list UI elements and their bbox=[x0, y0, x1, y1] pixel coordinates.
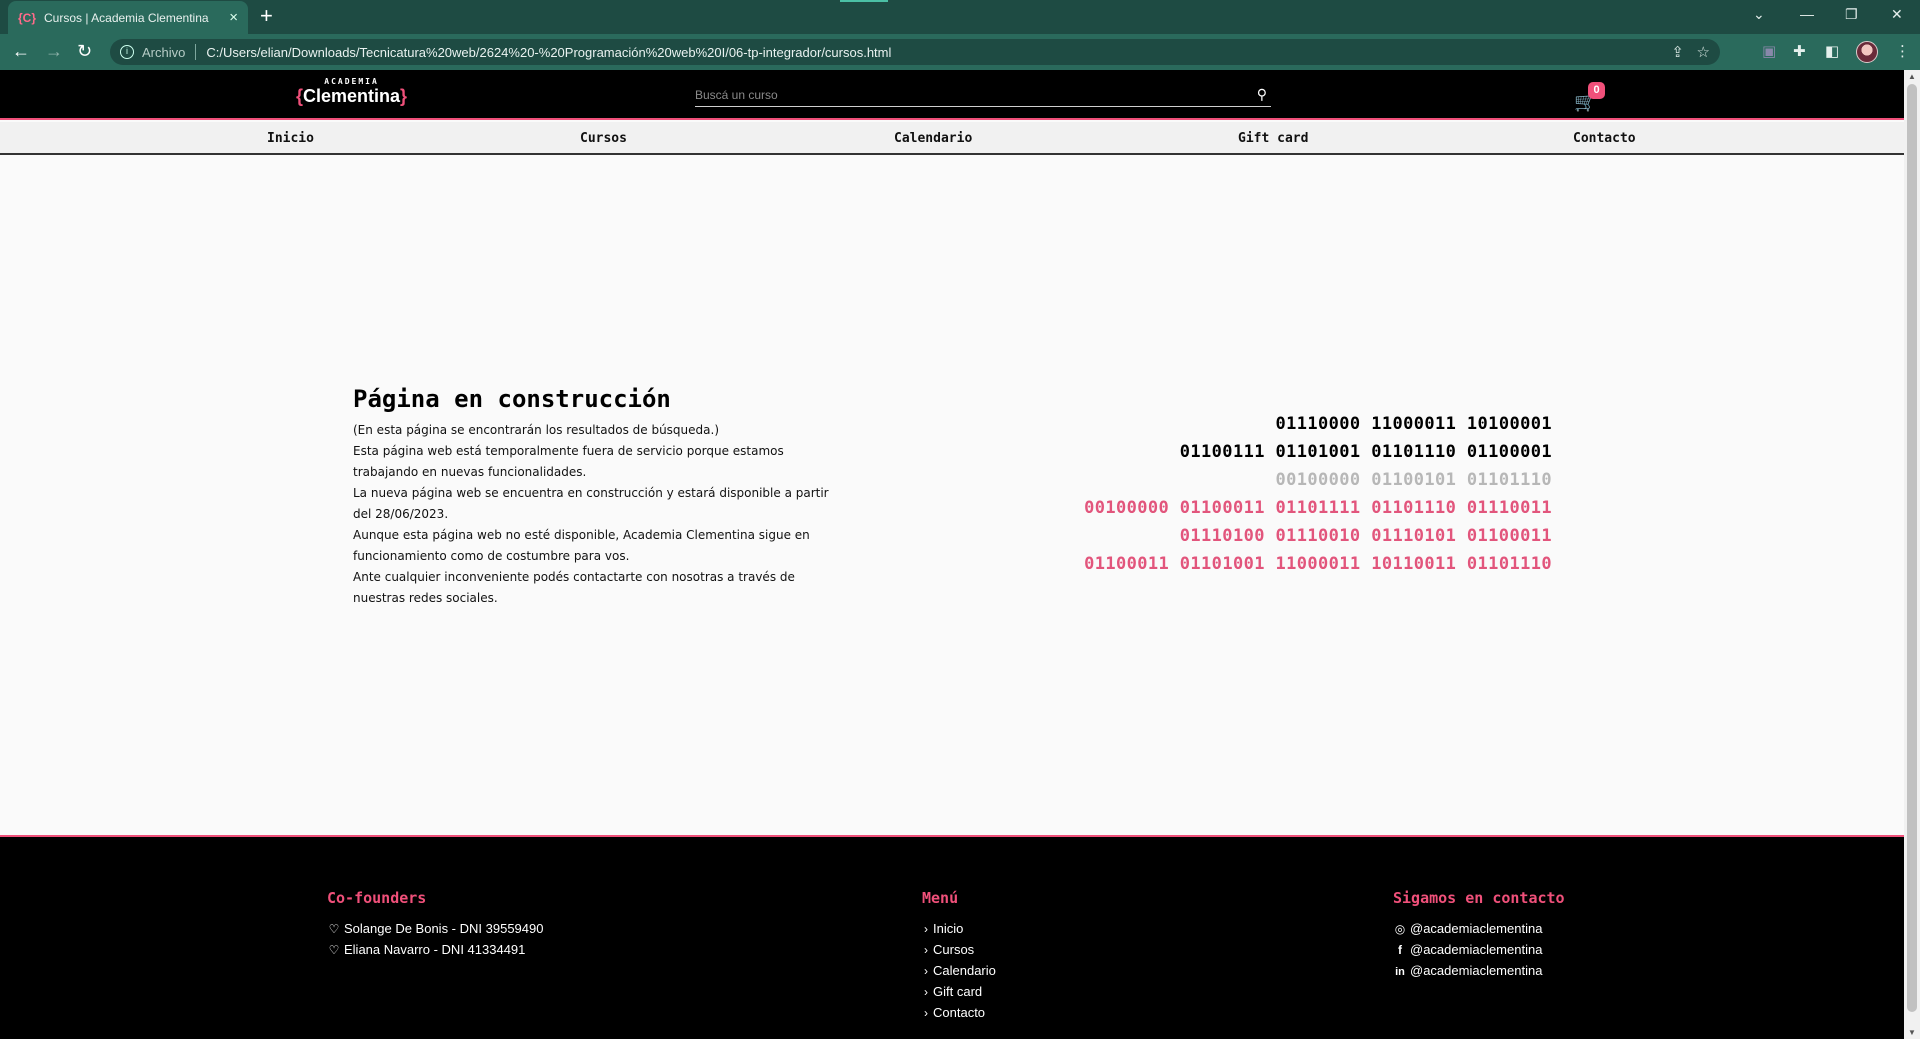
tab-search-chevron-icon[interactable]: ⌄ bbox=[1753, 6, 1765, 23]
address-url[interactable]: C:/Users/elian/Downloads/Tecnicatura%20w… bbox=[206, 45, 891, 60]
share-icon[interactable]: ⇪ bbox=[1671, 43, 1684, 61]
chevron-right-icon: › bbox=[924, 1006, 928, 1020]
search-icon[interactable]: ⚲ bbox=[1257, 86, 1267, 103]
chevron-right-icon: › bbox=[924, 985, 928, 999]
nav-item-contacto[interactable]: Contacto bbox=[1573, 131, 1636, 146]
extensions-puzzle-icon[interactable]: ✚ bbox=[1793, 42, 1806, 60]
footer-menu-link-calendario[interactable]: › Calendario bbox=[922, 963, 996, 978]
message-paragraph: La nueva página web se encuentra en cons… bbox=[353, 486, 829, 521]
social-link-facebook[interactable]: f @academiaclementina bbox=[1393, 942, 1542, 957]
binary-line: 01100111 01101001 01101110 01100001 bbox=[1179, 442, 1552, 462]
message-paragraph: Esta página web está temporalmente fuera… bbox=[353, 444, 784, 479]
main-navigation: Inicio Cursos Calendario Gift card Conta… bbox=[0, 122, 1904, 155]
heart-icon: ♡ bbox=[328, 922, 340, 936]
site-footer: Co-founders ♡ Solange De Bonis - DNI 3955… bbox=[0, 835, 1904, 1039]
message-paragraph: (En esta página se encontrarán los resul… bbox=[353, 423, 719, 437]
binary-line: 01100011 01101001 11000011 10110011 0110… bbox=[1084, 554, 1552, 574]
footer-menu-link-contacto[interactable]: › Contacto bbox=[922, 1005, 985, 1020]
page-title: Página en construcción bbox=[353, 385, 671, 413]
logo-wordmark: {Clementina} bbox=[296, 86, 408, 106]
page-scrollbar[interactable]: ▲ ▼ bbox=[1904, 70, 1920, 1039]
nav-item-inicio[interactable]: Inicio bbox=[267, 131, 314, 146]
bookmark-star-icon[interactable]: ☆ bbox=[1697, 43, 1710, 61]
cofounder-item: ♡ Solange De Bonis - DNI 39559490 bbox=[328, 921, 544, 936]
social-link-instagram[interactable]: ◎ @academiaclementina bbox=[1393, 921, 1543, 936]
chevron-right-icon: › bbox=[924, 922, 928, 936]
academia-clementina-logo[interactable]: ACADEMIA {Clementina} bbox=[296, 77, 407, 106]
extension-icon[interactable]: ▣ bbox=[1762, 42, 1776, 60]
linkedin-icon: in bbox=[1395, 966, 1405, 978]
back-arrow-icon[interactable]: ← bbox=[12, 42, 30, 60]
footer-menu-link-inicio[interactable]: › Inicio bbox=[922, 921, 963, 936]
chevron-right-icon: › bbox=[924, 964, 928, 978]
cofounder-item: ♡ Eliana Navarro - DNI 41334491 bbox=[328, 942, 526, 957]
address-bar[interactable]: i Archivo C:/Users/elian/Downloads/Tecni… bbox=[110, 39, 1720, 65]
site-info-icon[interactable]: i bbox=[120, 45, 134, 59]
social-heading: Sigamos en contacto bbox=[1393, 889, 1565, 907]
facebook-icon: f bbox=[1398, 943, 1402, 957]
heart-icon: ♡ bbox=[328, 943, 340, 957]
browser-tab[interactable]: {C} Cursos | Academia Clementina × bbox=[8, 1, 248, 34]
browser-tab-strip: {C} Cursos | Academia Clementina × + ⌄ —… bbox=[0, 0, 1920, 34]
binary-line: 00100000 01100011 01101111 01101110 0111… bbox=[1084, 498, 1552, 518]
search-input[interactable] bbox=[695, 85, 1235, 105]
scroll-up-arrow-icon[interactable]: ▲ bbox=[1908, 72, 1916, 81]
close-window-button[interactable]: ✕ bbox=[1891, 6, 1903, 23]
site-favicon: {C} bbox=[18, 10, 37, 25]
new-tab-button[interactable]: + bbox=[260, 5, 273, 27]
menu-heading: Menú bbox=[922, 889, 959, 907]
profile-avatar[interactable] bbox=[1856, 41, 1878, 63]
main-content: Página en construcción (En esta página s… bbox=[0, 157, 1904, 835]
instagram-icon: ◎ bbox=[1394, 922, 1406, 936]
binary-line: 00100000 01100101 01101110 bbox=[1275, 470, 1552, 490]
tab-strip-highlight bbox=[840, 0, 888, 2]
close-tab-icon[interactable]: × bbox=[229, 9, 238, 26]
chevron-right-icon: › bbox=[924, 943, 928, 957]
address-divider bbox=[195, 44, 197, 60]
side-panel-icon[interactable]: ◧ bbox=[1825, 42, 1839, 60]
footer-menu-link-cursos[interactable]: › Cursos bbox=[922, 942, 974, 957]
message-paragraph: Ante cualquier inconveniente podés conta… bbox=[353, 570, 795, 605]
forward-arrow-icon[interactable]: → bbox=[45, 42, 63, 60]
scrollbar-thumb[interactable] bbox=[1907, 84, 1917, 1012]
address-scheme: Archivo bbox=[142, 44, 186, 60]
browser-menu-icon[interactable]: ⋮ bbox=[1895, 42, 1910, 60]
binary-line: 01110000 11000011 10100001 bbox=[1275, 414, 1552, 434]
restore-button[interactable]: ❐ bbox=[1845, 6, 1858, 23]
social-link-linkedin[interactable]: in @academiaclementina bbox=[1393, 963, 1542, 978]
browser-toolbar: ← → ↻ i Archivo C:/Users/elian/Downloads… bbox=[0, 34, 1920, 70]
minimize-button[interactable]: — bbox=[1800, 6, 1814, 22]
course-search: ⚲ bbox=[695, 85, 1271, 107]
site-header: ACADEMIA {Clementina} ⚲ 🛒 0 bbox=[0, 70, 1904, 120]
construction-message: (En esta página se encontrarán los resul… bbox=[353, 420, 843, 609]
logo-academia-text: ACADEMIA bbox=[324, 77, 379, 86]
message-paragraph: Aunque esta página web no esté disponibl… bbox=[353, 528, 810, 563]
nav-item-calendario[interactable]: Calendario bbox=[894, 131, 972, 146]
tab-title: Cursos | Academia Clementina bbox=[44, 10, 209, 25]
nav-item-cursos[interactable]: Cursos bbox=[580, 131, 627, 146]
scroll-down-arrow-icon[interactable]: ▼ bbox=[1908, 1028, 1916, 1037]
nav-item-gift-card[interactable]: Gift card bbox=[1238, 131, 1308, 146]
cart-count-badge: 0 bbox=[1588, 82, 1605, 99]
footer-menu-link-gift-card[interactable]: › Gift card bbox=[922, 984, 982, 999]
binary-line: 01110100 01110010 01110101 01100011 bbox=[1179, 526, 1552, 546]
cofounders-heading: Co-founders bbox=[327, 889, 427, 907]
reload-icon[interactable]: ↻ bbox=[77, 42, 92, 60]
